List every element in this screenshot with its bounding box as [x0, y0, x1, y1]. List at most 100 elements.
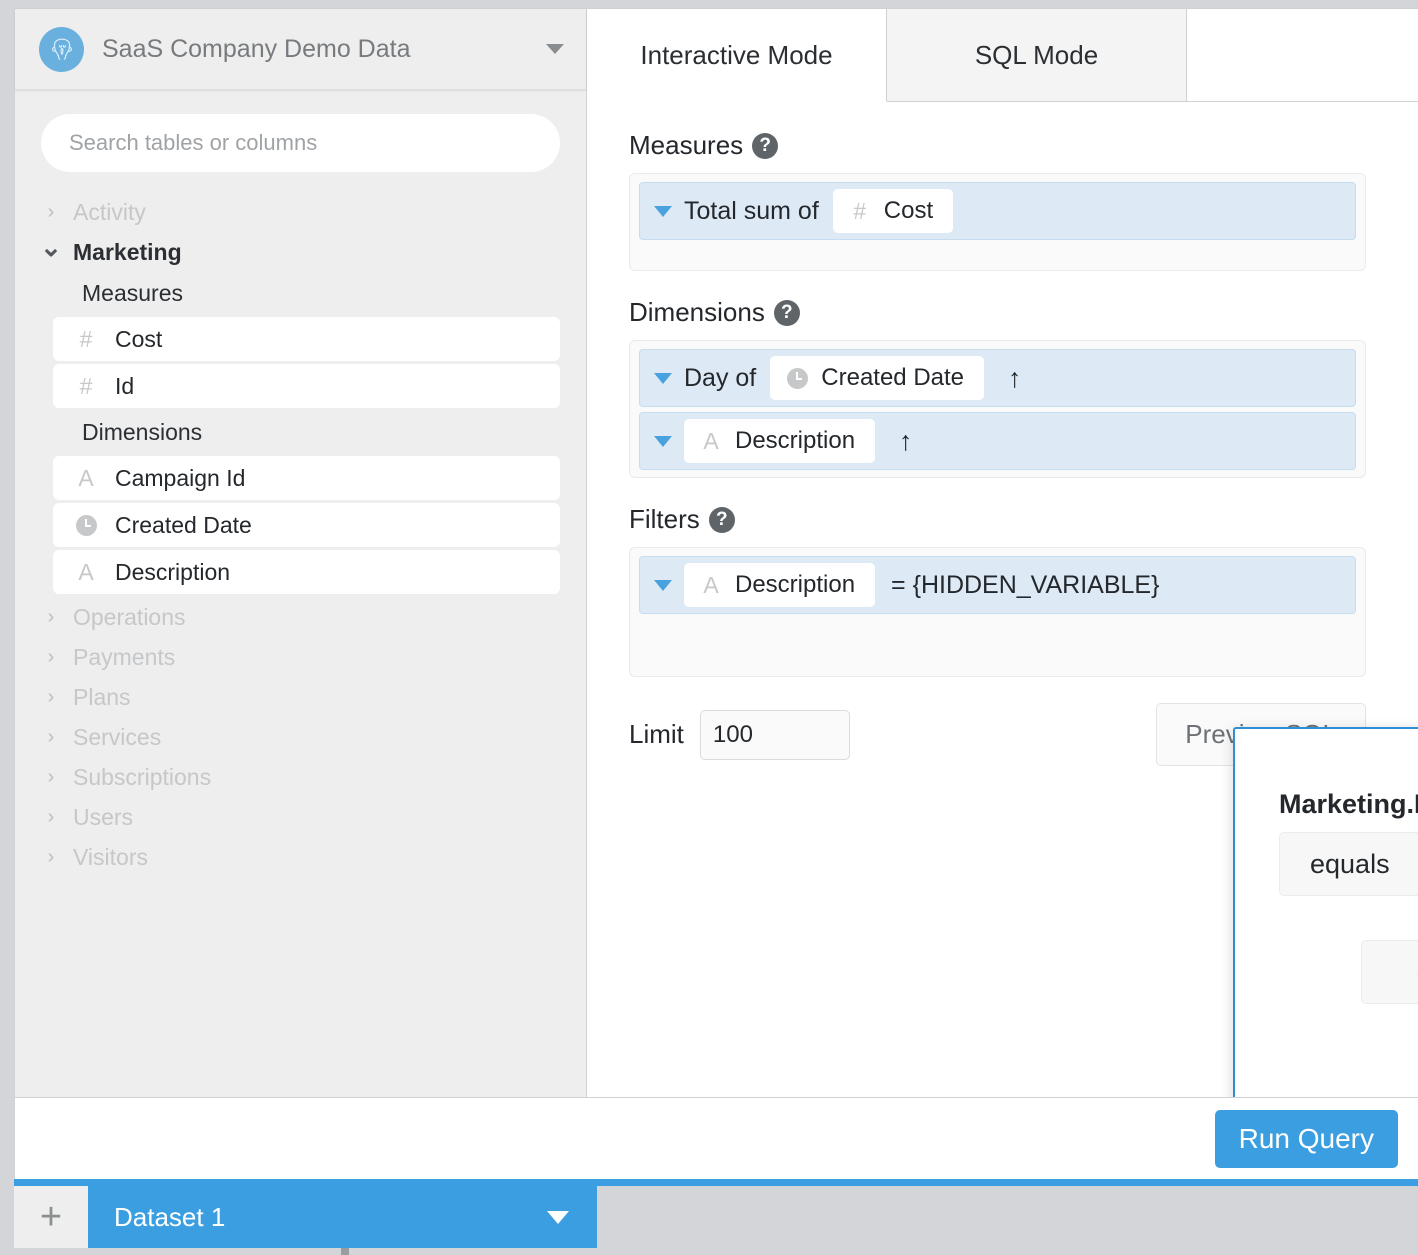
- tab-sql-mode[interactable]: SQL Mode: [887, 9, 1187, 102]
- dataset-tab-bar: + Dataset 1: [14, 1179, 1418, 1255]
- run-bar: Run Query: [15, 1097, 1418, 1179]
- chevron-down-icon[interactable]: [654, 205, 672, 217]
- tree-table-label: Users: [73, 803, 134, 830]
- tree-table-activity[interactable]: › Activity: [15, 192, 586, 232]
- dimension-aggregation-label: Day of: [684, 363, 757, 392]
- question-mark-icon[interactable]: ?: [752, 132, 779, 159]
- tree-table-label: Plans: [73, 683, 131, 710]
- tree-table-label: Visitors: [73, 843, 148, 870]
- mode-tabs: Interactive Mode SQL Mode: [587, 9, 1418, 102]
- tab-sql-mode-label: SQL Mode: [974, 39, 1099, 70]
- filter-operator-select[interactable]: equals ❯: [1279, 832, 1418, 896]
- filters-dropzone[interactable]: A Description = {HIDDEN_VARIABLE}: [629, 547, 1366, 677]
- tree-field-created-date[interactable]: Created Date: [53, 503, 560, 547]
- tree-field-description[interactable]: A Description: [53, 550, 560, 594]
- main-window: SaaS Company Demo Data › Activity ⌄ Marketi…: [14, 8, 1418, 1180]
- chevron-down-icon[interactable]: [547, 1210, 569, 1224]
- search-input[interactable]: [41, 114, 560, 172]
- run-query-button[interactable]: Run Query: [1214, 1109, 1398, 1168]
- add-dataset-button[interactable]: +: [14, 1186, 88, 1248]
- tree-field-cost[interactable]: # Cost: [53, 317, 560, 361]
- text-icon: A: [703, 571, 719, 598]
- tree-table-subscriptions[interactable]: › Subscriptions: [15, 757, 586, 797]
- chevron-down-icon[interactable]: [654, 435, 672, 447]
- chevron-right-icon: ›: [47, 201, 55, 223]
- number-icon: #: [79, 325, 93, 352]
- filter-pill[interactable]: A Description = {HIDDEN_VARIABLE}: [639, 556, 1356, 614]
- tree-table-label: Services: [73, 723, 162, 750]
- tree-group-measures: Measures: [82, 279, 183, 306]
- filter-field-chip[interactable]: A Description: [684, 563, 876, 607]
- tree-table-label: Marketing: [73, 238, 182, 265]
- filter-dialog-title: Marketing.Description: [1279, 789, 1418, 819]
- dataset-tab-label: Dataset 1: [114, 1201, 226, 1232]
- chevron-right-icon: ›: [47, 606, 55, 628]
- tree-table-visitors[interactable]: › Visitors: [15, 837, 586, 877]
- measures-section-title: Measures ?: [629, 130, 1366, 161]
- tree-table-operations[interactable]: › Operations: [15, 597, 586, 637]
- filter-value-select[interactable]: {HIDDEN_VARIABLE} ❯: [1361, 940, 1418, 1004]
- chevron-right-icon: ›: [47, 646, 55, 668]
- tab-interactive-mode[interactable]: Interactive Mode: [587, 9, 887, 102]
- resize-handle[interactable]: [341, 1248, 349, 1255]
- tree-field-campaign-id[interactable]: A Campaign Id: [53, 456, 560, 500]
- tree-table-label: Payments: [73, 643, 176, 670]
- chevron-right-icon: ›: [47, 726, 55, 748]
- dimensions-section-title: Dimensions ?: [629, 297, 1366, 328]
- question-mark-icon[interactable]: ?: [773, 299, 800, 326]
- sort-ascending-icon[interactable]: ↑: [1008, 363, 1022, 394]
- tabs-filler: [1187, 9, 1418, 102]
- tree-table-users[interactable]: › Users: [15, 797, 586, 837]
- tree-field-label: Created Date: [115, 511, 252, 538]
- measure-pill[interactable]: Total sum of # Cost: [639, 182, 1356, 240]
- tree-table-label: Subscriptions: [73, 763, 212, 790]
- dataset-tab-dataset-1[interactable]: Dataset 1: [88, 1186, 597, 1248]
- measures-label: Measures: [629, 130, 744, 160]
- tree-table-label: Activity: [73, 198, 146, 225]
- postgresql-elephant-icon: [39, 26, 84, 72]
- filter-value-value: {HIDDEN_VARIABLE}: [1392, 957, 1418, 988]
- dimension-pill[interactable]: Day of Created Date ↑: [639, 349, 1356, 407]
- number-icon: #: [853, 197, 867, 224]
- filter-dialog-actions: Cancel Ok: [1279, 1048, 1418, 1097]
- measure-field-chip[interactable]: # Cost: [832, 189, 954, 233]
- tree-table-services[interactable]: › Services: [15, 717, 586, 757]
- search-container: [15, 90, 586, 182]
- dimension-field-label: Description: [735, 427, 856, 454]
- chevron-right-icon: ›: [47, 846, 55, 868]
- tree-table-plans[interactable]: › Plans: [15, 677, 586, 717]
- chevron-right-icon: ›: [47, 686, 55, 708]
- filter-field-label: Description: [735, 571, 856, 598]
- dimension-field-label: Created Date: [821, 364, 965, 391]
- measures-dropzone[interactable]: Total sum of # Cost: [629, 173, 1366, 271]
- chevron-down-icon[interactable]: [546, 44, 564, 54]
- tree-table-payments[interactable]: › Payments: [15, 637, 586, 677]
- query-builder-app: SaaS Company Demo Data › Activity ⌄ Marketi…: [0, 0, 1418, 1255]
- window-body: SaaS Company Demo Data › Activity ⌄ Marketi…: [15, 9, 1418, 1097]
- question-mark-icon[interactable]: ?: [708, 506, 735, 533]
- chevron-right-icon: ›: [47, 766, 55, 788]
- filter-expression: = {HIDDEN_VARIABLE}: [891, 570, 1160, 599]
- dimensions-label: Dimensions: [629, 297, 765, 327]
- sort-ascending-icon[interactable]: ↑: [899, 426, 913, 457]
- tree-field-label: Campaign Id: [115, 464, 246, 491]
- database-name: SaaS Company Demo Data: [102, 34, 411, 63]
- dimension-pill[interactable]: A Description ↑: [639, 412, 1356, 470]
- dimension-field-chip[interactable]: Created Date: [770, 356, 985, 400]
- dimension-field-chip[interactable]: A Description: [684, 419, 876, 463]
- query-builder-body: Measures ? Total sum of # Cost Dimension…: [587, 102, 1418, 1097]
- tree-field-id[interactable]: # Id: [53, 364, 560, 408]
- chevron-down-icon[interactable]: [654, 579, 672, 591]
- tree-table-marketing[interactable]: ⌄ Marketing: [15, 232, 586, 272]
- limit-input[interactable]: [699, 709, 850, 760]
- limit-label: Limit: [629, 719, 684, 749]
- tab-interactive-mode-label: Interactive Mode: [640, 39, 833, 70]
- text-icon: A: [703, 427, 719, 454]
- chevron-down-icon[interactable]: [654, 372, 672, 384]
- chevron-right-icon: ›: [47, 806, 55, 828]
- database-selector[interactable]: SaaS Company Demo Data: [15, 9, 586, 90]
- measure-field-label: Cost: [883, 197, 934, 224]
- clock-icon: [786, 367, 808, 389]
- dimensions-dropzone[interactable]: Day of Created Date ↑ A Description ↑: [629, 340, 1366, 478]
- tree-field-label: Cost: [115, 325, 163, 352]
